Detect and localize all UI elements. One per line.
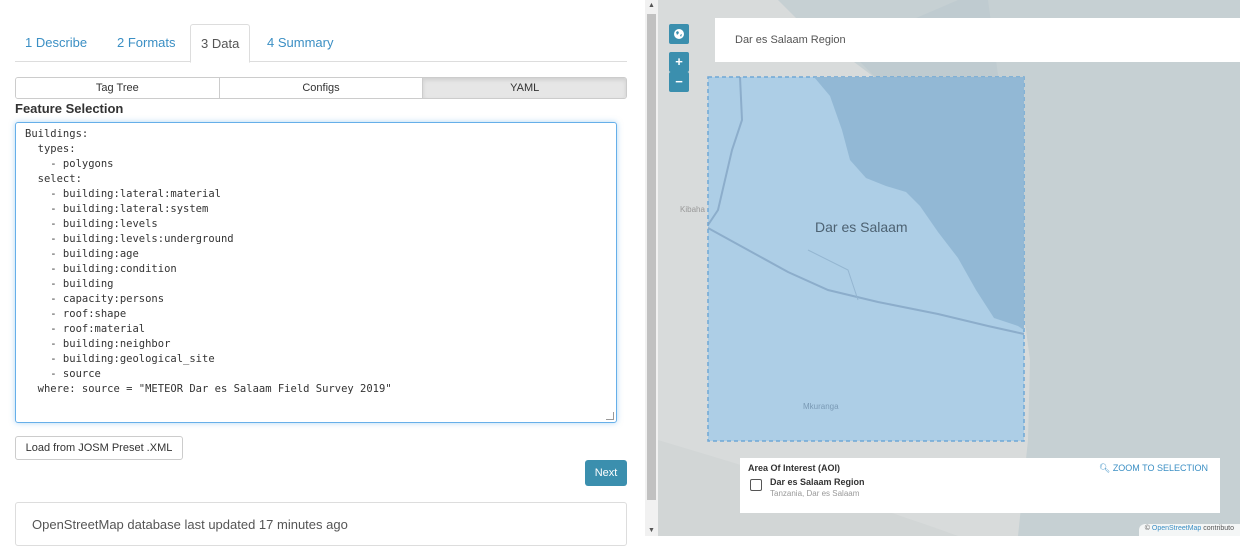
zoom-in-icon: 🔍︎ bbox=[1098, 463, 1111, 473]
selection-layer bbox=[707, 76, 1025, 442]
map-label-kibaha: Kibaha bbox=[680, 205, 705, 214]
aoi-location: Tanzania, Dar es Salaam bbox=[770, 489, 860, 498]
tab-describe[interactable]: 1 Describe bbox=[15, 24, 97, 62]
database-status: OpenStreetMap database last updated 17 m… bbox=[15, 502, 627, 546]
region-search-input[interactable]: Dar es Salaam Region bbox=[715, 18, 1240, 62]
resize-handle-icon[interactable] bbox=[606, 412, 614, 420]
aoi-checkbox[interactable] bbox=[750, 479, 762, 491]
scrollbar[interactable]: ▲ ▼ bbox=[645, 0, 658, 536]
map-attribution: © OpenStreetMap contributo bbox=[1138, 524, 1240, 536]
zoom-to-selection-link[interactable]: 🔍︎ ZOOM TO SELECTION bbox=[1099, 463, 1208, 474]
tab-formats[interactable]: 2 Formats bbox=[107, 24, 186, 62]
wizard-tabs: 1 Describe 2 Formats 3 Data 4 Summary bbox=[15, 24, 627, 63]
aoi-panel: Area Of Interest (AOI) 🔍︎ ZOOM TO SELECT… bbox=[740, 458, 1220, 513]
tab-summary[interactable]: 4 Summary bbox=[257, 24, 343, 62]
openstreetmap-link[interactable]: OpenStreetMap bbox=[1152, 525, 1201, 532]
zoom-to-selection-label: ZOOM TO SELECTION bbox=[1112, 463, 1208, 473]
configs-button[interactable]: Configs bbox=[219, 78, 424, 98]
zoom-out-button[interactable]: − bbox=[669, 72, 689, 92]
map[interactable]: Dar es Salaam Kibaha Mkuranga + − Dar es… bbox=[658, 0, 1240, 536]
attribution-suffix: contributo bbox=[1201, 525, 1234, 532]
attribution-prefix: © bbox=[1144, 525, 1152, 532]
tag-tree-button[interactable]: Tag Tree bbox=[16, 78, 220, 98]
map-label-city: Dar es Salaam bbox=[815, 219, 908, 235]
yaml-button[interactable]: YAML bbox=[423, 78, 626, 98]
yaml-editor[interactable]: Buildings: types: - polygons select: - b… bbox=[15, 122, 617, 423]
scrollbar-thumb[interactable] bbox=[647, 14, 656, 500]
left-panel: 1 Describe 2 Formats 3 Data 4 Summary Ta… bbox=[0, 0, 645, 546]
scroll-down-icon[interactable]: ▼ bbox=[648, 527, 655, 534]
load-josm-preset-button[interactable]: Load from JOSM Preset .XML bbox=[15, 436, 183, 460]
tab-data[interactable]: 3 Data bbox=[190, 24, 251, 63]
zoom-in-button[interactable]: + bbox=[669, 52, 689, 72]
yaml-text[interactable]: Buildings: types: - polygons select: - b… bbox=[25, 127, 607, 397]
globe-icon[interactable] bbox=[669, 24, 689, 44]
selection-mode-switch: Tag Tree Configs YAML bbox=[15, 77, 627, 99]
next-button[interactable]: Next bbox=[585, 460, 627, 486]
scroll-up-icon[interactable]: ▲ bbox=[648, 2, 655, 9]
aoi-name: Dar es Salaam Region bbox=[770, 477, 865, 487]
feature-selection-title: Feature Selection bbox=[15, 101, 124, 116]
map-label-mkuranga: Mkuranga bbox=[803, 402, 839, 411]
